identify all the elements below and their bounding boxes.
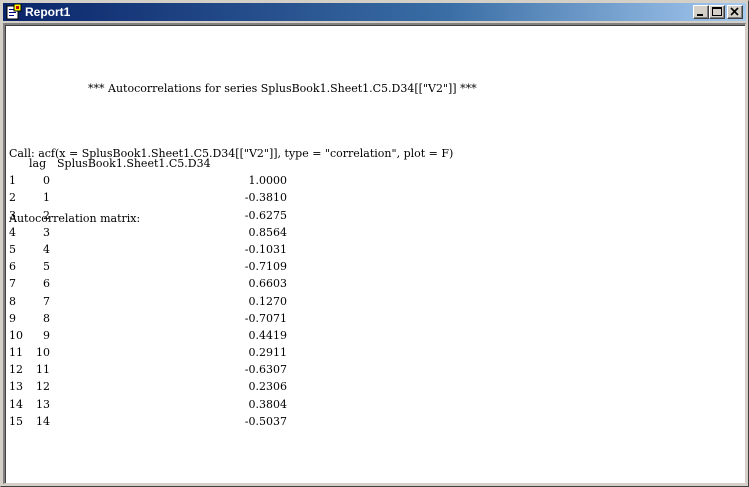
table-row: 5 4 -0.1031 [9,241,309,258]
row-lag: 11 [36,363,50,377]
row-lag: 4 [43,242,50,256]
row-lag: 3 [43,225,50,239]
table-row: 9 8 -0.7071 [9,310,309,327]
row-value: 0.2306 [248,380,288,394]
table-row: 1 0 1.0000 [9,172,309,189]
report-document-icon[interactable] [6,3,22,20]
table-row: 10 9 0.4419 [9,327,309,344]
title-bar[interactable]: Report1 [3,3,746,21]
row-lag: 8 [43,311,50,325]
table-header: lag SplusBook1.Sheet1.C5.D34 [9,155,309,172]
table-row: 12 11 -0.6307 [9,361,309,378]
row-value: 0.2911 [248,346,288,360]
row-value: 0.4419 [248,328,288,342]
row-value: -0.7071 [244,311,287,325]
column-header-lag: lag [29,157,47,170]
row-lag: 5 [43,260,50,274]
report-text-area[interactable]: *** Autocorrelations for series SplusBoo… [3,23,746,484]
table-row: 11 10 0.2911 [9,344,309,361]
row-lag: 7 [43,294,50,308]
row-lag: 1 [43,191,50,205]
maximize-icon [712,7,722,16]
table-row: 8 7 0.1270 [9,293,309,310]
row-lag: 10 [36,346,50,360]
row-value: 1.0000 [248,174,288,188]
row-value: -0.5037 [244,414,287,428]
table-row: 2 1 -0.3810 [9,189,309,206]
row-lag: 14 [36,414,50,428]
row-value: -0.3810 [244,191,287,205]
window-title: Report1 [25,5,71,19]
row-value: -0.7109 [244,260,287,274]
table-row: 13 12 0.2306 [9,378,309,395]
maximize-button[interactable] [709,5,725,19]
table-row: 7 6 0.6603 [9,275,309,292]
row-value: -0.6275 [244,208,287,222]
report-heading: *** Autocorrelations for series SplusBoo… [88,82,477,96]
row-lag: 2 [43,208,50,222]
table-body: 1 0 1.0000 2 1 -0.3810 3 2 -0.6275 4 3 0.8564 5 4 -0.1… [9,172,309,430]
row-lag: 13 [36,397,50,411]
minimize-icon [697,14,703,16]
table-row: 3 2 -0.6275 [9,207,309,224]
autocorrelation-table: lag SplusBook1.Sheet1.C5.D34 1 0 1.0000 2 1 -… [9,155,309,430]
row-value: 0.8564 [248,225,288,239]
close-icon [730,7,739,16]
close-button[interactable] [727,5,743,19]
row-lag: 9 [43,328,50,342]
minimize-button[interactable] [693,5,709,19]
row-value: -0.6307 [244,363,287,377]
table-row: 14 13 0.3804 [9,396,309,413]
row-lag: 0 [43,174,50,188]
row-value: 0.1270 [248,294,288,308]
table-row: 6 5 -0.7109 [9,258,309,275]
table-row: 15 14 -0.5037 [9,413,309,430]
row-lag: 6 [43,277,50,291]
row-value: 0.3804 [248,397,288,411]
row-lag: 12 [36,380,50,394]
table-row: 4 3 0.8564 [9,224,309,241]
row-value: 0.6603 [248,277,288,291]
column-header-series: SplusBook1.Sheet1.C5.D34 [57,157,211,170]
row-value: -0.1031 [244,242,287,256]
report-window: Report1 *** Autocorrelations for series … [0,0,749,487]
